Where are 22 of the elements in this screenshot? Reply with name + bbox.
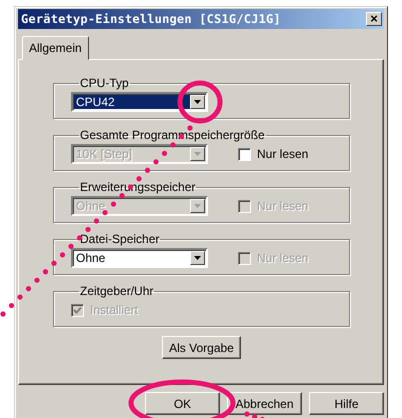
- checkbox-label: Nur lesen: [257, 147, 308, 161]
- tab[interactable]: Allgemein: [22, 36, 89, 60]
- dotted-line: [244, 411, 265, 418]
- group-title: Zeitgeber/Uhr: [79, 284, 154, 298]
- window-title: Gerätetyp-Einstellungen [CS1G/CJ1G]: [21, 12, 281, 26]
- dropdown-arrow-icon: [194, 152, 201, 156]
- group-title: CPU-Typ: [79, 76, 130, 90]
- highlight-circle: [178, 80, 222, 124]
- group-title: Datei-Speicher: [79, 232, 160, 246]
- close-button[interactable]: ×: [366, 12, 382, 26]
- dialog-button[interactable]: Hilfe: [309, 392, 384, 415]
- dropdown-arrow-icon: [194, 256, 201, 260]
- dropdown[interactable]: CPU42: [71, 92, 208, 112]
- dialog-button[interactable]: Abbrechen: [227, 392, 302, 415]
- dropdown-arrow-icon: [194, 100, 201, 104]
- dropdown[interactable]: Ohne: [71, 248, 208, 268]
- group-title: Gesamte Programmspeichergröße: [79, 128, 266, 142]
- dialog-button[interactable]: OK: [145, 392, 220, 415]
- group-title: Erweiterungsspeicher: [79, 180, 196, 194]
- default-button[interactable]: Als Vorgabe: [162, 336, 241, 359]
- dropdown-arrow-icon: [194, 204, 201, 208]
- checkbox[interactable]: [238, 148, 251, 160]
